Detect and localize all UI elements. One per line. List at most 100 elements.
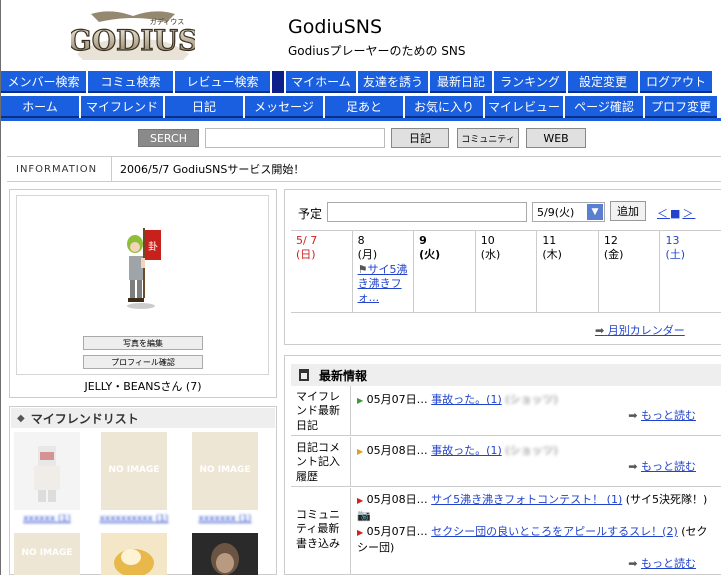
friend-name[interactable]: xxxxxxxxxx (1) [95,514,173,524]
nav-review-search[interactable]: レビュー検索 [175,71,270,93]
nav-underline [1,118,721,121]
read-more-row: ➡ もっと読む [357,556,716,572]
calendar-week-nav[interactable]: ＜■＞ [657,205,695,221]
friend-list-header: ◆ マイフレンドリスト [11,408,275,428]
friend-thumb-no-image[interactable]: NO IMAGE [14,533,80,575]
news-link[interactable]: 事故った。(1) [431,444,502,457]
day-weekday: (金) [603,248,624,262]
nav-my-home[interactable]: マイホーム [286,71,356,93]
day-date: 10 [480,234,495,247]
monthly-calendar-link[interactable]: ➡ 月別カレンダー [595,322,685,338]
search-diary-button[interactable]: 日記 [391,128,449,148]
profile-confirm-button[interactable]: プロフィール確認 [83,355,203,369]
avatar[interactable]: 卦 [121,226,171,310]
nav-logout[interactable]: ログアウト [640,71,712,93]
read-more-link[interactable]: もっと読む [641,409,696,422]
news-link[interactable]: セクシー団の良いところをアピールするスレ！(2) [431,525,678,538]
day-date: 11 [542,234,557,247]
nav-top: メンバー検索 コミュ検索 レビュー検索 マイホーム 友達を誘う 最新日記 ランキ… [1,71,721,93]
search-community-button[interactable]: コミュニティ [457,128,519,148]
site-subtitle: Godiusプレーヤーのための SNS [288,44,466,58]
nav-footprints[interactable]: 足あと [325,96,403,118]
day-weekday: (土) [665,248,686,262]
news-date: 05月08日… [366,444,428,457]
bullet-icon: ▶ [357,527,364,537]
nav-page-check[interactable]: ページ確認 [565,96,643,118]
nav-my-friends[interactable]: マイフレンド [81,96,163,118]
edit-photo-button[interactable]: 写真を編集 [83,336,203,350]
calendar-day-today: 9 (火) [414,231,476,312]
read-more-link[interactable]: もっと読む [641,557,696,570]
calendar-day: 11 (木) [537,231,599,312]
nav-home[interactable]: ホーム [1,96,79,118]
arrow-icon: ➡ [628,459,638,473]
schedule-input[interactable] [327,202,527,222]
date-select[interactable]: 5/9(火) ▼ [532,202,605,222]
nav-favorites[interactable]: お気に入り [405,96,483,118]
arrow-icon: ➡ [628,556,638,570]
search-input[interactable] [205,128,385,148]
nav-settings[interactable]: 設定変更 [568,71,638,93]
nav-latest-diary[interactable]: 最新日記 [430,71,492,93]
nav-my-reviews[interactable]: マイレビュー [485,96,563,118]
news-link[interactable]: 事故った。(1) [431,393,502,406]
nav-community-search[interactable]: コミュ検索 [88,71,173,93]
document-icon [299,369,309,381]
news-category: 日記コメント記入履歴 [291,437,351,486]
news-date: 05月07日… [366,393,428,406]
day-date: 9 [419,234,427,247]
information-text: 2006/5/7 GodiuSNSサービス開始！ [120,163,305,176]
day-date: 13 [665,234,680,247]
friend-thumb[interactable] [14,432,80,510]
read-more-row: ➡ もっと読む [357,459,716,475]
calendar-week-grid: 5/ 7 (日) 8 (月) ⚑サイ5沸き沸きフォ... 9 (火) 10 (水… [291,230,721,313]
news-body: ▶ 05月08日… サイ5沸き沸きフォトコンテスト！ (1) (サイ5決死隊！)… [351,488,721,575]
news-header: 最新情報 [291,364,721,386]
chevron-down-icon[interactable]: ▼ [587,204,603,220]
calendar-event-link[interactable]: ⚑サイ5沸き沸きフォ... [358,263,409,306]
nav-invite-friends[interactable]: 友達を誘う [358,71,428,93]
friend-thumb-no-image[interactable]: NO IMAGE [192,432,258,510]
nav-messages[interactable]: メッセージ [245,96,323,118]
search-label: SERCH [138,129,199,147]
calendar-day: 5/ 7 (日) [291,231,353,312]
news-row-friend-diary: マイフレンド最新日記 ▶ 05月07日… 事故った。(1) (ショッツ) ➡ も… [291,386,721,436]
friend-name[interactable]: xxxxxx (1) [14,514,80,524]
nav-edit-profile[interactable]: プロフ変更 [645,96,717,118]
camera-icon: 📷 [357,508,371,522]
godius-logo[interactable]: GODIUS ガディウス [67,6,199,62]
news-link[interactable]: サイ5沸き沸きフォトコンテスト！ (1) [431,493,622,506]
news-row-comment-history: 日記コメント記入履歴 ▶ 05月08日… 事故った。(1) (ショッツ) ➡ も… [291,437,721,487]
svg-text:卦: 卦 [148,240,158,253]
monthly-calendar-label: 月別カレンダー [607,324,685,337]
arrow-icon: ➡ [595,324,605,337]
read-more-link[interactable]: もっと読む [641,460,696,473]
calendar-next-link[interactable]: ＞ [682,207,695,220]
nav-bottom: ホーム マイフレンド 日記 メッセージ 足あと お気に入り マイレビュー ページ… [1,96,721,118]
friend-thumb[interactable] [192,533,258,575]
nav-ranking[interactable]: ランキング [494,71,566,93]
calendar-prev-link[interactable]: ＜ [657,207,670,220]
day-weekday: (水) [480,248,501,262]
news-category: コミュニティ最新書き込み [291,488,351,575]
add-schedule-button[interactable]: 追加 [610,201,646,221]
calendar-day: 12 (金) [599,231,661,312]
day-weekday: (月) [357,248,378,262]
calendar-today-icon[interactable]: ■ [670,207,682,220]
news-author: (ショッツ) [505,393,558,406]
search-web-button[interactable]: WEB [526,128,586,148]
nav-member-search[interactable]: メンバー検索 [1,71,86,93]
calendar-day: 10 (水) [476,231,538,312]
news-body: ▶ 05月08日… 事故った。(1) (ショッツ) ➡ もっと読む [351,437,721,486]
news-body: ▶ 05月07日… 事故った。(1) (ショッツ) ➡ もっと読む [351,386,721,435]
news-date: 05月07日… [366,524,428,538]
profile-name: JELLY・BEANSさん (7) [84,380,202,393]
friend-thumb-no-image[interactable]: NO IMAGE [101,432,167,510]
schedule-label: 予定 [298,207,323,221]
bullet-icon: ▶ [357,496,364,505]
day-date: 12 [603,234,618,247]
friend-name[interactable]: xxxxxxx (1) [192,514,258,524]
nav-diary[interactable]: 日記 [165,96,243,118]
logo-wordmark: GODIUS [71,24,195,57]
friend-thumb[interactable] [101,533,167,575]
